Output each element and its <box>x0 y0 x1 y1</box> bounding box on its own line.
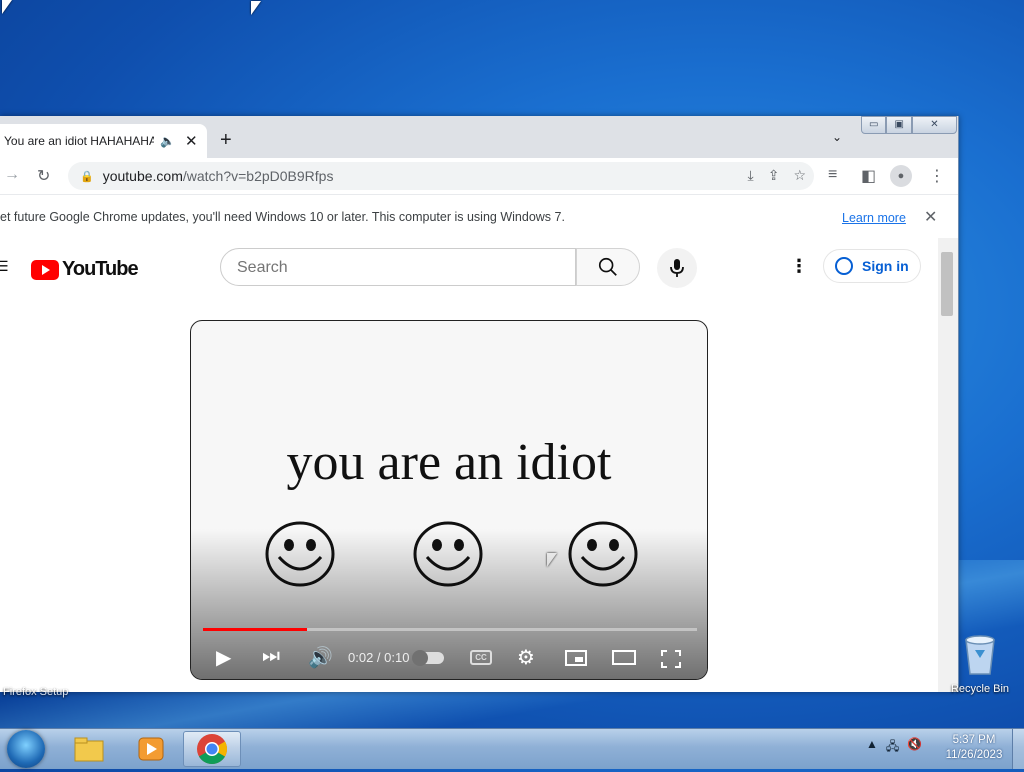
volume-icon[interactable]: 🔊 <box>308 645 333 670</box>
side-panel-icon[interactable]: ◧ <box>861 166 876 186</box>
guide-menu-icon[interactable]: ☰ <box>0 258 9 275</box>
media-controls-icon[interactable]: ≡ <box>828 166 837 184</box>
recycle-bin-icon <box>965 635 995 675</box>
youtube-page: ☰ YouTube Search ⋮ Sign in yo <box>0 238 938 692</box>
close-window-button[interactable]: ✕ <box>911 116 958 134</box>
forward-icon[interactable]: → <box>4 166 20 184</box>
recycle-bin-label: Recycle Bin <box>950 683 1010 695</box>
network-icon[interactable]: 🖧 <box>886 737 899 758</box>
install-app-icon[interactable]: ⤓ <box>748 167 754 184</box>
page-scrollbar[interactable] <box>938 238 958 692</box>
volume-muted-icon[interactable]: 🔇 <box>907 737 922 758</box>
youtube-logo-text: YouTube <box>62 258 139 280</box>
learn-more-link[interactable]: Learn more <box>842 211 906 225</box>
youtube-play-icon <box>31 259 59 280</box>
chrome-window: You are an idiot HAHAHAHA 🔈 ✕ + ⌄ ▭ ▣ ✕ … <box>0 116 959 692</box>
toolbar: → ↻ 🔒 youtube.com/watch?v=b2pD0B9Rfps ⤓ … <box>0 158 958 194</box>
update-infobar: et future Google Chrome updates, you'll … <box>0 194 958 240</box>
reload-icon[interactable]: ↻ <box>37 166 50 186</box>
folder-icon <box>74 737 104 762</box>
settings-gear-icon[interactable]: ⚙ <box>517 645 535 670</box>
tab-search-button[interactable]: ⌄ <box>832 130 842 144</box>
voice-search-button[interactable] <box>657 248 697 288</box>
progress-bar[interactable] <box>203 628 697 631</box>
address-bar[interactable]: 🔒 youtube.com/watch?v=b2pD0B9Rfps ⤓ ⇪ ☆ <box>68 162 814 190</box>
media-player-icon <box>138 737 164 761</box>
show-desktop-button[interactable] <box>1012 729 1024 769</box>
tab-strip: You are an idiot HAHAHAHA 🔈 ✕ + ⌄ ▭ ▣ ✕ <box>0 116 958 158</box>
clock-time: 5:37 PM <box>952 734 996 746</box>
start-button[interactable] <box>7 730 45 768</box>
tab-youtube[interactable]: You are an idiot HAHAHAHA 🔈 ✕ <box>0 124 207 158</box>
progress-played <box>203 628 307 631</box>
settings-menu-icon[interactable]: ⋮ <box>790 256 808 277</box>
clock-date: 11/26/2023 <box>945 749 1003 761</box>
captions-icon[interactable]: CC <box>470 650 492 665</box>
taskbar: ▲ 🖧 🔇 5:37 PM 11/26/2023 <box>0 728 1024 769</box>
tab-close-icon[interactable]: ✕ <box>185 132 198 150</box>
system-tray: ▲ 🖧 🔇 <box>866 737 922 758</box>
account-icon <box>835 257 853 275</box>
bookmark-star-icon[interactable]: ☆ <box>793 167 806 184</box>
omnibox-actions: ⤓ ⇪ ☆ <box>748 167 807 184</box>
microphone-icon <box>670 259 684 277</box>
search-button[interactable] <box>576 248 640 286</box>
desktop-icon-label[interactable]: Firefox Setup <box>3 686 68 698</box>
player-controls: ▶ ⏭ 🔊 0:02 / 0:10 CC ⚙ <box>191 639 707 675</box>
recycle-bin[interactable]: Recycle Bin <box>944 632 1016 695</box>
new-tab-button[interactable]: + <box>220 129 232 152</box>
explorer-taskbar-button[interactable] <box>60 731 118 767</box>
profile-avatar-icon[interactable]: ● <box>890 165 912 187</box>
infobar-message: et future Google Chrome updates, you'll … <box>0 210 565 224</box>
clock[interactable]: 5:37 PM 11/26/2023 <box>936 733 1012 763</box>
share-icon[interactable]: ⇪ <box>768 167 780 184</box>
search-input[interactable]: Search <box>220 248 576 286</box>
search-placeholder: Search <box>237 259 288 276</box>
video-player[interactable]: you are an idiot ▶ ⏭ 🔊 0:02 / 0:10 CC ⚙ <box>190 320 708 680</box>
infobar-close-icon[interactable]: ✕ <box>924 207 937 227</box>
video-caption: you are an idiot <box>286 434 612 491</box>
show-hidden-icons-icon[interactable]: ▲ <box>866 737 878 758</box>
youtube-logo[interactable]: YouTube <box>31 258 139 281</box>
theater-mode-icon[interactable] <box>612 650 636 665</box>
next-icon[interactable]: ⏭ <box>262 645 280 668</box>
chrome-icon <box>197 734 228 765</box>
chrome-taskbar-button[interactable] <box>183 731 241 767</box>
media-player-taskbar-button[interactable] <box>122 731 180 767</box>
window-controls: ▭ ▣ ✕ <box>861 116 958 134</box>
minimize-button[interactable]: ▭ <box>861 116 887 134</box>
scrollbar-thumb[interactable] <box>941 252 953 316</box>
autoplay-toggle[interactable] <box>412 650 444 666</box>
time-display: 0:02 / 0:10 <box>348 650 410 665</box>
sign-in-label: Sign in <box>862 258 909 274</box>
tab-title: You are an idiot HAHAHAHA <box>4 134 154 148</box>
miniplayer-icon[interactable] <box>565 650 587 666</box>
url-text: youtube.com/watch?v=b2pD0B9Rfps <box>102 168 334 184</box>
sign-in-button[interactable]: Sign in <box>823 249 921 283</box>
maximize-button[interactable]: ▣ <box>886 116 912 134</box>
search-icon <box>598 257 617 276</box>
speaker-icon[interactable]: 🔈 <box>160 134 175 148</box>
fullscreen-icon[interactable] <box>661 650 681 668</box>
lock-icon[interactable]: 🔒 <box>80 170 94 183</box>
play-icon[interactable]: ▶ <box>216 645 231 670</box>
chrome-menu-icon[interactable]: ⋮ <box>929 166 945 186</box>
